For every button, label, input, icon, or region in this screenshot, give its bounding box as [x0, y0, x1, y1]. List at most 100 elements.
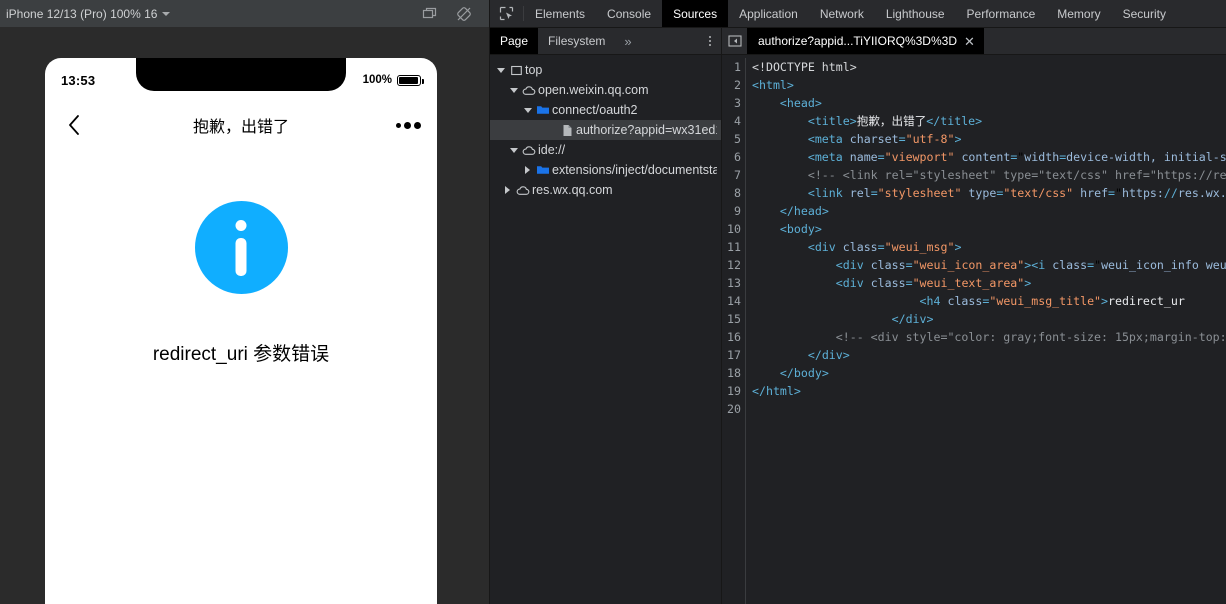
line-number: 16 — [727, 330, 741, 344]
battery-fill — [399, 76, 418, 84]
line-number: 6 — [734, 150, 741, 164]
editor-tab-authorize[interactable]: authorize?appid...TiYIIORQ%3D%3D ✕ — [747, 28, 984, 54]
tree-item-top[interactable]: top — [490, 60, 721, 80]
line-number: 5 — [734, 132, 741, 146]
code-line: <div class="weui_text_area"> — [835, 276, 1032, 290]
twisty-right-icon[interactable] — [521, 166, 534, 174]
cloud-icon — [514, 185, 532, 196]
line-number: 4 — [734, 114, 741, 128]
tree-item-label: extensions/inject/documentsta — [552, 163, 717, 177]
status-bar-right: 100% — [362, 74, 424, 86]
code-line: <div class="weui_icon_area"><i class="we… — [835, 258, 1226, 272]
line-number: 9 — [734, 204, 741, 218]
tab-performance[interactable]: Performance — [956, 0, 1047, 27]
chevron-down-icon — [162, 11, 171, 16]
code-line: </div> — [807, 348, 850, 362]
tree-item-label: top — [525, 63, 543, 77]
battery-icon — [397, 74, 424, 86]
source-editor-pane: authorize?appid...TiYIIORQ%3D%3D ✕ 1 2 3… — [722, 28, 1226, 604]
dot-2 — [404, 121, 411, 129]
line-number: 12 — [727, 258, 741, 272]
code-line: </head> — [779, 204, 829, 218]
tree-item-label: ide:// — [538, 143, 566, 157]
info-icon-stem — [235, 238, 247, 276]
chevron-double-right-icon[interactable]: » — [615, 28, 640, 54]
line-number: 1 — [734, 60, 741, 74]
line-number: 10 — [727, 222, 741, 236]
close-icon[interactable]: ✕ — [964, 35, 975, 48]
navigator-tab-page[interactable]: Page — [490, 28, 539, 54]
line-number: 14 — [727, 294, 741, 308]
tree-item-authorize-file[interactable]: authorize?appid=wx31ed1f9 — [490, 120, 721, 140]
code-viewer[interactable]: 1 2 3 4 5 6 7 8 9 10 11 12 13 14 15 16 1… — [722, 55, 1226, 604]
twisty-right-icon[interactable] — [501, 186, 514, 194]
kebab-dot-1 — [709, 36, 711, 38]
code-line: <!-- <div style="color: gray;font-size: … — [835, 330, 1226, 344]
info-circle-icon — [194, 201, 288, 294]
phone-viewport: 13:53 100% 抱歉，出错了 redirect_uri 参数错误 — [45, 58, 437, 604]
tree-item-ide[interactable]: ide:// — [490, 140, 721, 160]
tab-lighthouse[interactable]: Lighthouse — [875, 0, 956, 27]
battery-percent-label: 100% — [362, 74, 392, 86]
kebab-menu-icon[interactable] — [699, 28, 721, 54]
screencast-icon[interactable] — [421, 5, 439, 23]
line-number: 3 — [734, 96, 741, 110]
code-line: <body> — [779, 222, 822, 236]
inspect-element-icon[interactable] — [490, 0, 523, 27]
devtools-tab-bar: Elements Console Sources Application Net… — [490, 0, 1226, 28]
code-line: <h4 class="weui_msg_title">redirect_ur — [919, 294, 1185, 308]
folder-icon — [534, 104, 552, 116]
code-line: <title>抱歉，出错了</title> — [807, 114, 983, 128]
line-number: 11 — [727, 240, 741, 254]
tab-network[interactable]: Network — [809, 0, 875, 27]
kebab-dot-3 — [709, 44, 711, 46]
tree-item-label: authorize?appid=wx31ed1f9 — [576, 123, 717, 137]
code-line: </body> — [779, 366, 829, 380]
more-dots-icon[interactable] — [396, 121, 421, 129]
message-body: redirect_uri 参数错误 — [45, 148, 437, 366]
phone-notch — [136, 58, 346, 91]
code-line: <link rel="stylesheet" type="text/css" h… — [807, 186, 1226, 200]
tree-item-res-wx[interactable]: res.wx.qq.com — [490, 180, 721, 200]
editor-tab-bar: authorize?appid...TiYIIORQ%3D%3D ✕ — [722, 28, 1226, 55]
twisty-down-icon[interactable] — [521, 107, 534, 113]
twisty-down-icon[interactable] — [507, 147, 520, 153]
tab-memory[interactable]: Memory — [1046, 0, 1111, 27]
dot-1 — [396, 122, 401, 128]
line-number: 2 — [734, 78, 741, 92]
show-navigator-icon[interactable] — [722, 28, 747, 54]
tab-elements[interactable]: Elements — [524, 0, 596, 27]
twisty-down-icon[interactable] — [494, 67, 507, 73]
cloud-icon — [520, 145, 538, 156]
file-icon — [558, 124, 576, 137]
tree-item-extensions-inject[interactable]: extensions/inject/documentsta — [490, 160, 721, 180]
tab-console[interactable]: Console — [596, 0, 662, 27]
tab-sources[interactable]: Sources — [662, 0, 729, 27]
sources-panel-body: Page Filesystem » top open.weixin.qq.com… — [490, 28, 1226, 604]
app-root: iPhone 12/13 (Pro) 100% 16 13:53 100% 抱歉… — [0, 0, 1226, 604]
dot-3 — [414, 121, 421, 129]
line-number: 19 — [727, 384, 741, 398]
tree-item-open-weixin[interactable]: open.weixin.qq.com — [490, 80, 721, 100]
device-selector[interactable]: iPhone 12/13 (Pro) 100% 16 — [6, 7, 171, 21]
file-tree: top open.weixin.qq.com connect/oauth2 au… — [490, 55, 721, 200]
chevron-left-icon[interactable] — [61, 112, 87, 138]
navigator-tab-bar: Page Filesystem » — [490, 28, 721, 55]
code-line: <!DOCTYPE html> — [752, 60, 857, 74]
devtools-panel: Elements Console Sources Application Net… — [489, 0, 1226, 604]
navigator-tab-filesystem[interactable]: Filesystem — [538, 28, 615, 54]
rotate-disabled-icon[interactable] — [455, 5, 473, 23]
line-number: 8 — [734, 186, 741, 200]
device-emulation-pane: iPhone 12/13 (Pro) 100% 16 13:53 100% 抱歉… — [0, 0, 489, 604]
code-lines: <!DOCTYPE html> <html> <head> <title>抱歉，出… — [746, 58, 1226, 604]
code-line: <head> — [779, 96, 822, 110]
tree-item-connect-oauth2[interactable]: connect/oauth2 — [490, 100, 721, 120]
tab-application[interactable]: Application — [728, 0, 809, 27]
tab-security[interactable]: Security — [1112, 0, 1177, 27]
tree-item-label: open.weixin.qq.com — [538, 83, 649, 97]
code-line: </html> — [752, 384, 801, 398]
twisty-down-icon[interactable] — [507, 87, 520, 93]
battery-tip — [421, 78, 424, 84]
editor-tab-label: authorize?appid...TiYIIORQ%3D%3D — [758, 34, 957, 48]
